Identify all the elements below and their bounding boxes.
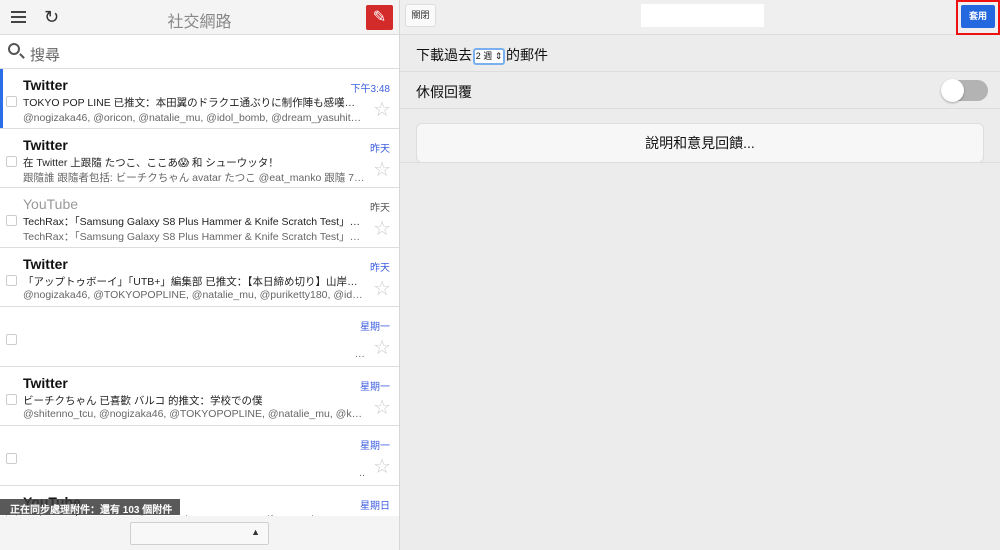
toggle-knob [941, 79, 964, 102]
download-setting: 下載過去 2 週 ⇕ 的郵件 [400, 35, 1000, 72]
triangle-up-icon: ▲ [251, 527, 260, 537]
select-checkbox[interactable] [6, 393, 17, 405]
subject: 在 Twitter 上跟隨 たつこ、ここあ😱 和 シューウッタ！ [23, 156, 279, 169]
star-icon[interactable]: ☆ [373, 219, 391, 239]
help-feedback-button[interactable]: 說明和意見回饋... [416, 123, 984, 163]
download-prefix: 下載過去 [416, 47, 472, 63]
download-period-value: 2 週 [475, 50, 493, 61]
star-icon[interactable]: ☆ [373, 457, 391, 477]
sender: Twitter [23, 255, 68, 272]
star-icon[interactable]: ☆ [373, 160, 391, 180]
subject: TechRax：「Samsung Galaxy S8 Plus Hammer &… [23, 216, 365, 228]
vacation-label: 休假回覆 [416, 84, 472, 100]
vacation-toggle[interactable] [941, 79, 988, 102]
timestamp: 昨天 [370, 203, 390, 214]
settings-title [641, 4, 764, 27]
close-button[interactable]: 關閉 [405, 4, 436, 27]
select-checkbox[interactable] [6, 453, 17, 464]
sync-status: 正在同步處理附件：還有 103 個附件 [0, 499, 180, 516]
subject: 「アップトゥボーイ」「UTB+」編集部 已推文：【本日締め切り】山岸理… [23, 275, 365, 288]
search-bar[interactable]: 搜尋 [0, 35, 399, 69]
apply-highlight: 套用 [956, 0, 1000, 35]
star-icon[interactable]: ☆ [373, 100, 391, 120]
vacation-setting: 休假回覆 [400, 72, 1000, 109]
snippet: @shitenno_tcu, @nogizaka46, @TOKYOPOPLIN… [23, 407, 365, 420]
select-checkbox[interactable] [6, 274, 17, 286]
message-list: Twitter 下午3:48 TOKYO POP LINE 已推文：本田翼のドラ… [0, 69, 399, 545]
message-row[interactable]: Twitter 星期一 ビーチクちゃん 已喜歡 バルコ 的推文：学校での僕 @s… [0, 366, 399, 426]
message-row[interactable]: Twitter 昨天 「アップトゥボーイ」「UTB+」編集部 已推文：【本日締め… [0, 247, 399, 307]
snippet: @nogizaka46, @oricon, @natalie_mu, @idol… [23, 112, 365, 124]
star-icon[interactable]: ☆ [373, 279, 391, 299]
timestamp: 下午3:48 [350, 84, 390, 95]
sender: YouTube [23, 196, 79, 212]
pencil-icon: ✎ [372, 9, 387, 26]
subject: TOKYO POP LINE 已推文：本田翼のドラクエ通ぶりに制作陣も感嘆の声 [23, 97, 365, 109]
scroll-up-button[interactable]: ▲ [130, 522, 269, 545]
folder-title: 社交網路 [167, 14, 232, 31]
subject: ビーチクちゃん 已喜歡 バルコ 的推文：学校での僕 [23, 394, 263, 407]
star-icon[interactable]: ☆ [373, 338, 391, 358]
mail-list-pane: ↻ 社交網路 ✎ 搜尋 Twitter 下午3:48 TOKYO POP LIN… [0, 0, 400, 550]
message-row[interactable]: Twitter 下午3:48 TOKYO POP LINE 已推文：本田翼のドラ… [0, 69, 399, 129]
sender: Twitter [23, 77, 68, 93]
select-checkbox[interactable] [6, 96, 17, 107]
search-icon [8, 43, 20, 55]
timestamp: 星期一 [360, 381, 390, 393]
snippet: 跟隨誰 跟隨者包括: ビーチクちゃん avatar たつこ @eat_manko… [23, 171, 365, 184]
download-suffix: 的郵件 [506, 47, 548, 63]
message-row[interactable]: 星期一 .. ☆ [0, 426, 399, 486]
snippet: @nogizaka46, @TOKYOPOPLINE, @natalie_mu,… [23, 288, 365, 301]
timestamp: 星期一 [360, 441, 390, 452]
sender: Twitter [23, 136, 68, 153]
message-row[interactable]: YouTube 昨天 TechRax：「Samsung Galaxy S8 Pl… [0, 188, 399, 248]
select-checkbox[interactable] [6, 155, 17, 167]
snippet: .. [359, 467, 365, 479]
top-bar: ↻ 社交網路 ✎ [0, 0, 399, 35]
message-row[interactable]: Twitter 昨天 在 Twitter 上跟隨 たつこ、ここあ😱 和 シューウ… [0, 128, 399, 188]
timestamp: 昨天 [370, 143, 390, 155]
select-checkbox[interactable] [6, 334, 17, 345]
snippet: … [354, 348, 366, 360]
timestamp: 星期日 [360, 500, 390, 512]
message-row[interactable]: 星期一 … ☆ [0, 307, 399, 367]
select-checkbox[interactable] [6, 215, 17, 226]
settings-toolbar: 關閉 套用 [400, 0, 1000, 35]
star-icon[interactable]: ☆ [373, 398, 391, 418]
timestamp: 星期一 [360, 322, 390, 333]
bottom-bar: ▲ [0, 516, 399, 550]
download-period-select[interactable]: 2 週 ⇕ [473, 47, 505, 65]
snippet: TechRax：「Samsung Galaxy S8 Plus Hammer &… [23, 231, 365, 243]
timestamp: 昨天 [370, 262, 390, 274]
apply-button[interactable]: 套用 [961, 5, 995, 28]
settings-pane: 關閉 套用 下載過去 2 週 ⇕ 的郵件 休假回覆 說明和意見回饋... [400, 0, 1000, 550]
search-input[interactable]: 搜尋 [30, 44, 60, 65]
help-section: 說明和意見回饋... [400, 109, 1000, 163]
sender: Twitter [23, 374, 68, 391]
compose-button[interactable]: ✎ [366, 5, 393, 30]
